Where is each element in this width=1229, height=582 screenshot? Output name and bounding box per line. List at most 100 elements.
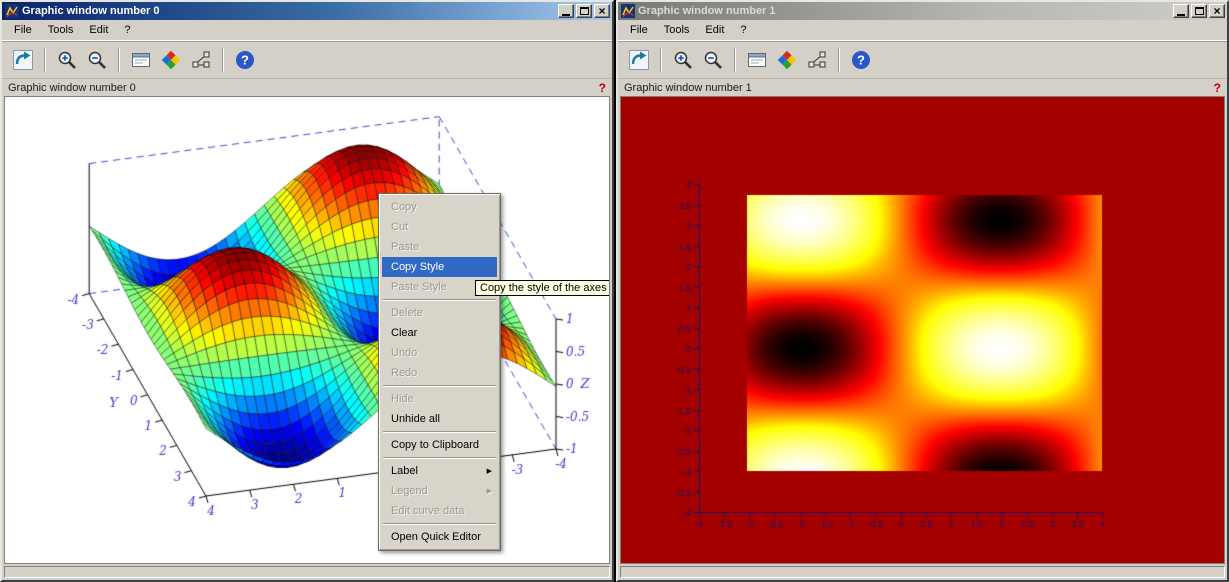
svg-text:?: ? [241, 52, 249, 67]
help-button[interactable]: ? [846, 45, 876, 75]
context-menu-item-label: Hide [391, 393, 414, 405]
menu-help[interactable]: ? [116, 21, 138, 39]
menu-help[interactable]: ? [732, 21, 754, 39]
minimize-button[interactable] [1173, 4, 1189, 18]
menubar: FileToolsEdit? [2, 20, 612, 40]
help-button[interactable]: ? [230, 45, 260, 75]
zoom-in-icon [672, 49, 694, 71]
context-menu-item-label: Edit curve data [391, 505, 464, 517]
context-menu-item-undo: Undo [382, 343, 497, 363]
rotate-button[interactable] [8, 45, 38, 75]
context-menu-item-unhide-all[interactable]: Unhide all [382, 409, 497, 429]
context-menu-item-label: Paste Style [391, 281, 447, 293]
infobar: Graphic window number 1 ? [618, 78, 1227, 96]
toolbar: ? [2, 40, 612, 78]
context-menu-item-label: Copy Style [391, 261, 444, 273]
menu-edit[interactable]: Edit [81, 21, 116, 39]
rotate-button[interactable] [624, 45, 654, 75]
maximize-button[interactable] [1191, 4, 1207, 18]
figure-area-1 [620, 96, 1225, 564]
context-menu-item-label: Clear [391, 327, 417, 339]
infobar: Graphic window number 0 ? [2, 78, 612, 96]
infobar-label: Graphic window number 0 [8, 82, 136, 94]
figure-properties-button[interactable] [772, 45, 802, 75]
help-icon: ? [850, 49, 872, 71]
datatips-icon [190, 49, 212, 71]
context-menu-item-hide: Hide [382, 389, 497, 409]
ged-dialog-button[interactable] [742, 45, 772, 75]
toolbar-separator [734, 48, 736, 72]
context-menu-item-copy-to-clipboard[interactable]: Copy to Clipboard [382, 435, 497, 455]
rotate-icon [628, 49, 650, 71]
context-menu-item-label[interactable]: Label▶ [382, 461, 497, 481]
context-menu-tooltip: Copy the style of the axes [475, 280, 610, 296]
statusbar [620, 566, 1225, 578]
svg-text:?: ? [857, 52, 865, 67]
context-menu-item-label: Copy [391, 201, 417, 213]
menu-tools[interactable]: Tools [40, 21, 82, 39]
menu-file[interactable]: File [6, 21, 40, 39]
context-menu-separator [383, 457, 496, 459]
figure-properties-button[interactable] [156, 45, 186, 75]
toolbar: ? [618, 40, 1227, 78]
datatips-button[interactable] [186, 45, 216, 75]
ged-dialog-icon [130, 49, 152, 71]
context-menu-item-label: Redo [391, 367, 417, 379]
statusbar [4, 566, 610, 578]
context-menu-item-paste: Paste [382, 237, 497, 257]
toolbar-separator [838, 48, 840, 72]
menu-file[interactable]: File [622, 21, 656, 39]
window-title: Graphic window number 0 [22, 5, 556, 17]
ged-dialog-button[interactable] [126, 45, 156, 75]
context-menu-item-label: Paste [391, 241, 419, 253]
close-button[interactable]: × [1209, 4, 1225, 18]
context-menu-item-label: Delete [391, 307, 423, 319]
context-menu-item-cut: Cut [382, 217, 497, 237]
window-icon [621, 4, 635, 18]
menu-edit[interactable]: Edit [697, 21, 732, 39]
infobar-label: Graphic window number 1 [624, 82, 752, 94]
titlebar[interactable]: Graphic window number 0 × [2, 2, 612, 20]
close-button[interactable]: × [594, 4, 610, 18]
context-menu-item-copy-style[interactable]: Copy Style [382, 257, 497, 277]
context-menu-separator [383, 299, 496, 301]
zoom-out-button[interactable] [82, 45, 112, 75]
context-menu-separator [383, 385, 496, 387]
toolbar-separator [44, 48, 46, 72]
figure-properties-icon [160, 49, 182, 71]
menubar: FileToolsEdit? [618, 20, 1227, 40]
ged-dialog-icon [746, 49, 768, 71]
minimize-button[interactable] [558, 4, 574, 18]
help-indicator[interactable]: ? [599, 81, 606, 95]
context-menu-item-legend: Legend▶ [382, 481, 497, 501]
titlebar[interactable]: Graphic window number 1 × [618, 2, 1227, 20]
window-graphic-1: Graphic window number 1 × FileToolsEdit?… [616, 0, 1229, 582]
rotate-icon [12, 49, 34, 71]
menu-tools[interactable]: Tools [656, 21, 698, 39]
toolbar-separator [660, 48, 662, 72]
toolbar-separator [222, 48, 224, 72]
figure-area-0: Copy Cut Paste Copy Style Paste Style Delete C… [4, 96, 610, 564]
datatips-button[interactable] [802, 45, 832, 75]
toolbar-separator [118, 48, 120, 72]
figure-properties-icon [776, 49, 798, 71]
submenu-arrow-icon: ▶ [487, 487, 492, 495]
context-menu-item-delete: Delete [382, 303, 497, 323]
context-menu-item-label: Copy to Clipboard [391, 439, 479, 451]
zoom-in-button[interactable] [668, 45, 698, 75]
context-menu-item-label: Label [391, 465, 418, 477]
context-menu-item-open-quick-editor[interactable]: Open Quick Editor [382, 527, 497, 547]
heatmap-plot-canvas[interactable] [621, 97, 1224, 563]
context-menu-item-clear[interactable]: Clear [382, 323, 497, 343]
zoom-out-button[interactable] [698, 45, 728, 75]
context-menu-separator [383, 523, 496, 525]
maximize-button[interactable] [576, 4, 592, 18]
zoom-in-button[interactable] [52, 45, 82, 75]
help-indicator[interactable]: ? [1214, 81, 1221, 95]
context-menu: Copy Cut Paste Copy Style Paste Style Delete C… [378, 193, 501, 551]
window-title: Graphic window number 1 [638, 5, 1171, 17]
context-menu-item-edit-curve-data: Edit curve data [382, 501, 497, 521]
surface-plot-canvas[interactable] [5, 97, 609, 563]
window-graphic-0: Graphic window number 0 × FileToolsEdit?… [0, 0, 614, 582]
zoom-out-icon [702, 49, 724, 71]
